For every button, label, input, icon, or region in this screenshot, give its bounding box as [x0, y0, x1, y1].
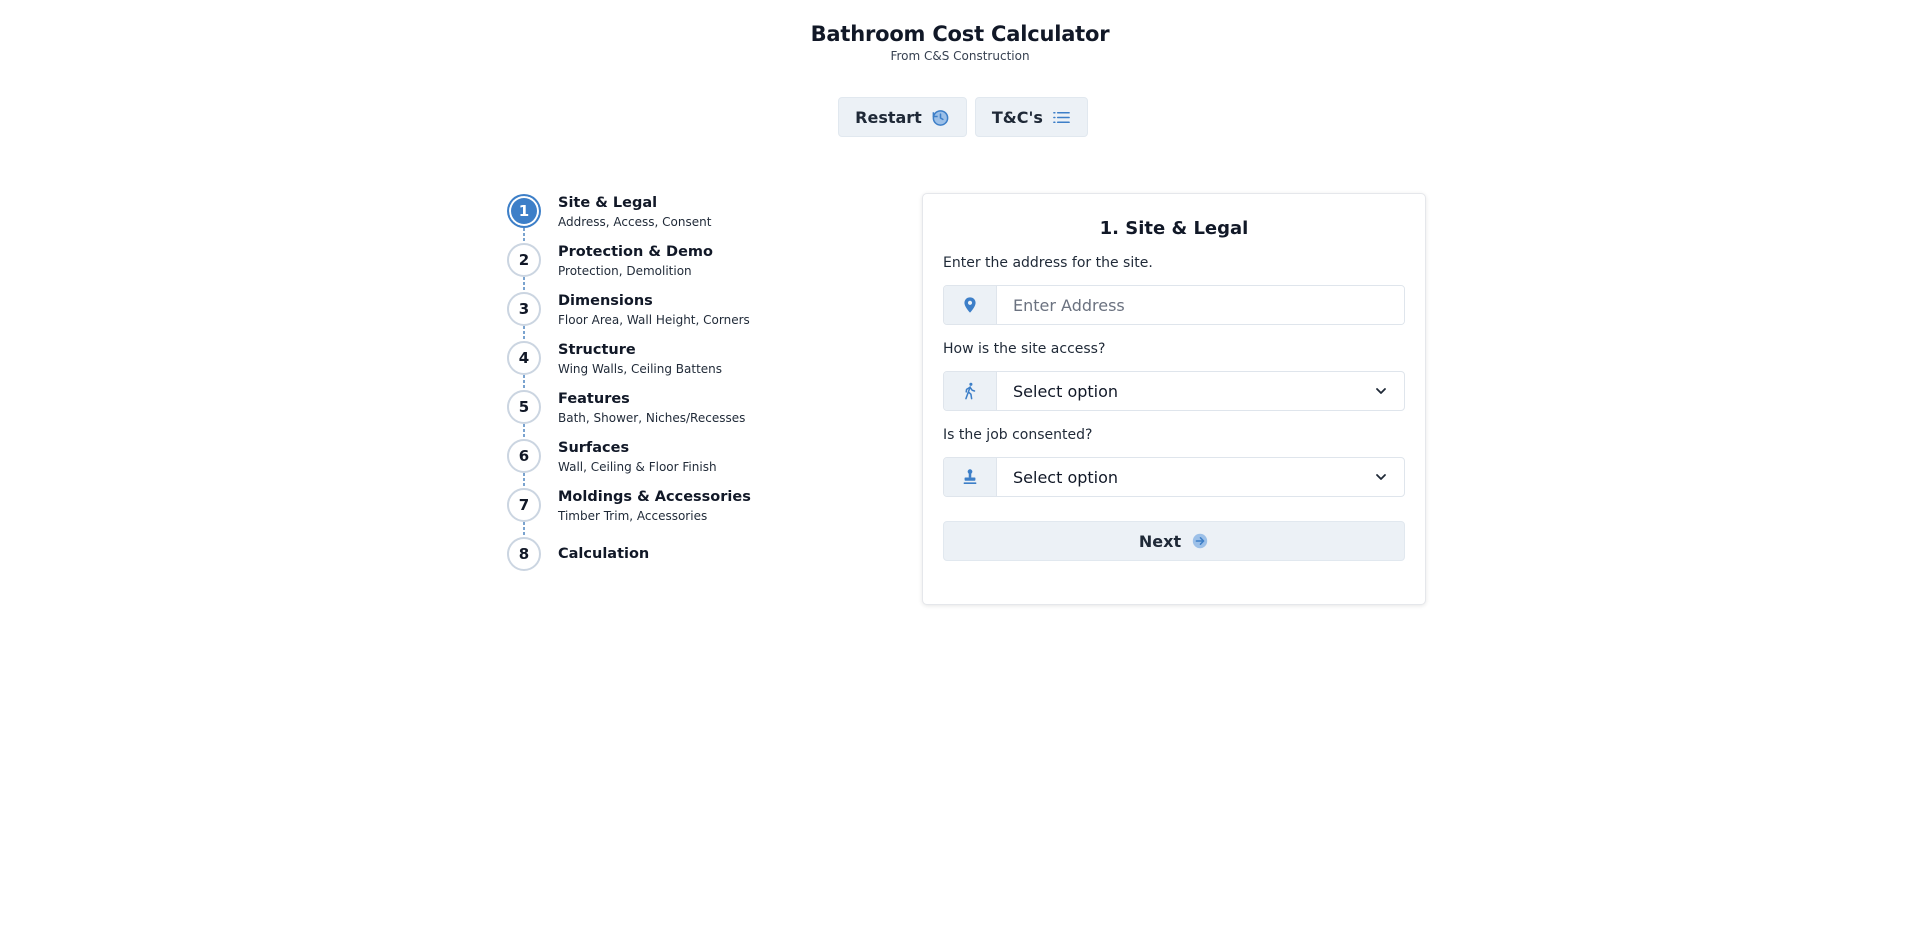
step-desc: Address, Access, Consent: [558, 215, 712, 229]
step-title: Site & Legal: [558, 195, 658, 211]
step-number: 6: [507, 439, 541, 473]
step-desc: Wing Walls, Ceiling Battens: [558, 362, 723, 376]
step-calculation[interactable]: 8 Calculation: [507, 537, 837, 586]
step-title: Calculation: [558, 546, 650, 562]
page-header: Bathroom Cost Calculator From C&S Constr…: [0, 22, 1920, 63]
arrow-right-circle-icon: [1192, 533, 1208, 549]
terms-label: T&C's: [991, 107, 1043, 127]
step-structure[interactable]: 4 Structure Wing Walls, Ceiling Battens: [507, 341, 837, 390]
step-title: Dimensions: [558, 293, 653, 309]
chevron-down-icon: [1376, 388, 1386, 394]
form-heading: 1. Site & Legal: [1099, 218, 1249, 239]
step-connector: [523, 277, 525, 292]
step-title: Moldings & Accessories: [558, 489, 751, 505]
restart-button[interactable]: Restart: [838, 97, 967, 137]
step-desc: Protection, Demolition: [558, 264, 692, 278]
step-desc: Floor Area, Wall Height, Corners: [558, 313, 750, 327]
step-title: Protection & Demo: [558, 244, 713, 260]
step-connector: [523, 522, 525, 537]
consent-value: Select option: [1013, 467, 1119, 487]
site-access-value: Select option: [1013, 381, 1119, 401]
step-title: Features: [558, 391, 630, 407]
consent-field: Select option: [943, 457, 1405, 497]
step-site-legal[interactable]: 1 Site & Legal Address, Access, Consent: [507, 194, 837, 243]
site-access-addon: [944, 372, 997, 410]
address-field: [943, 285, 1405, 325]
step-title: Surfaces: [558, 440, 630, 456]
site-access-field: Select option: [943, 371, 1405, 411]
site-access-label: How is the site access?: [943, 341, 1106, 357]
location-pin-icon: [964, 297, 976, 313]
step-desc: Bath, Shower, Niches/Recesses: [558, 411, 746, 425]
step-desc: Wall, Ceiling & Floor Finish: [558, 460, 717, 474]
address-input[interactable]: [997, 286, 1404, 324]
step-protection-demo[interactable]: 2 Protection & Demo Protection, Demoliti…: [507, 243, 837, 292]
step-number: 3: [507, 292, 541, 326]
list-icon: [1052, 111, 1070, 123]
top-actions: Restart T&C's: [0, 97, 1920, 137]
page-subtitle: From C&S Construction: [890, 49, 1030, 63]
restart-label: Restart: [855, 107, 922, 127]
terms-button[interactable]: T&C's: [974, 97, 1088, 137]
step-number: 8: [507, 537, 541, 571]
address-label: Enter the address for the site.: [943, 255, 1153, 271]
site-access-select[interactable]: Select option: [997, 372, 1404, 410]
next-button[interactable]: Next: [943, 521, 1405, 561]
chevron-down-icon: [1376, 474, 1386, 480]
consent-addon: [944, 458, 997, 496]
consent-label: Is the job consented?: [943, 427, 1093, 443]
step-number: 7: [507, 488, 541, 522]
next-label: Next: [1138, 531, 1182, 551]
step-number: 1: [507, 194, 541, 228]
step-title: Structure: [558, 342, 636, 358]
step-moldings-accessories[interactable]: 7 Moldings & Accessories Timber Trim, Ac…: [507, 488, 837, 537]
form-card: 1. Site & Legal Enter the address for th…: [922, 193, 1426, 605]
progress-steps: 1 Site & Legal Address, Access, Consent …: [507, 194, 837, 586]
consent-select[interactable]: Select option: [997, 458, 1404, 496]
page-title: Bathroom Cost Calculator: [810, 22, 1110, 46]
step-number: 4: [507, 341, 541, 375]
restart-icon: [932, 109, 949, 126]
step-number: 2: [507, 243, 541, 277]
step-connector: [523, 326, 525, 341]
step-desc: Timber Trim, Accessories: [558, 509, 708, 523]
walking-person-icon: [965, 382, 976, 400]
step-connector: [523, 375, 525, 390]
step-dimensions[interactable]: 3 Dimensions Floor Area, Wall Height, Co…: [507, 292, 837, 341]
step-connector: [523, 424, 525, 439]
step-connector: [523, 228, 525, 243]
step-features[interactable]: 5 Features Bath, Shower, Niches/Recesses: [507, 390, 837, 439]
step-number: 5: [507, 390, 541, 424]
address-addon: [944, 286, 997, 324]
step-connector: [523, 473, 525, 488]
stamp-icon: [963, 469, 977, 485]
step-surfaces[interactable]: 6 Surfaces Wall, Ceiling & Floor Finish: [507, 439, 837, 488]
